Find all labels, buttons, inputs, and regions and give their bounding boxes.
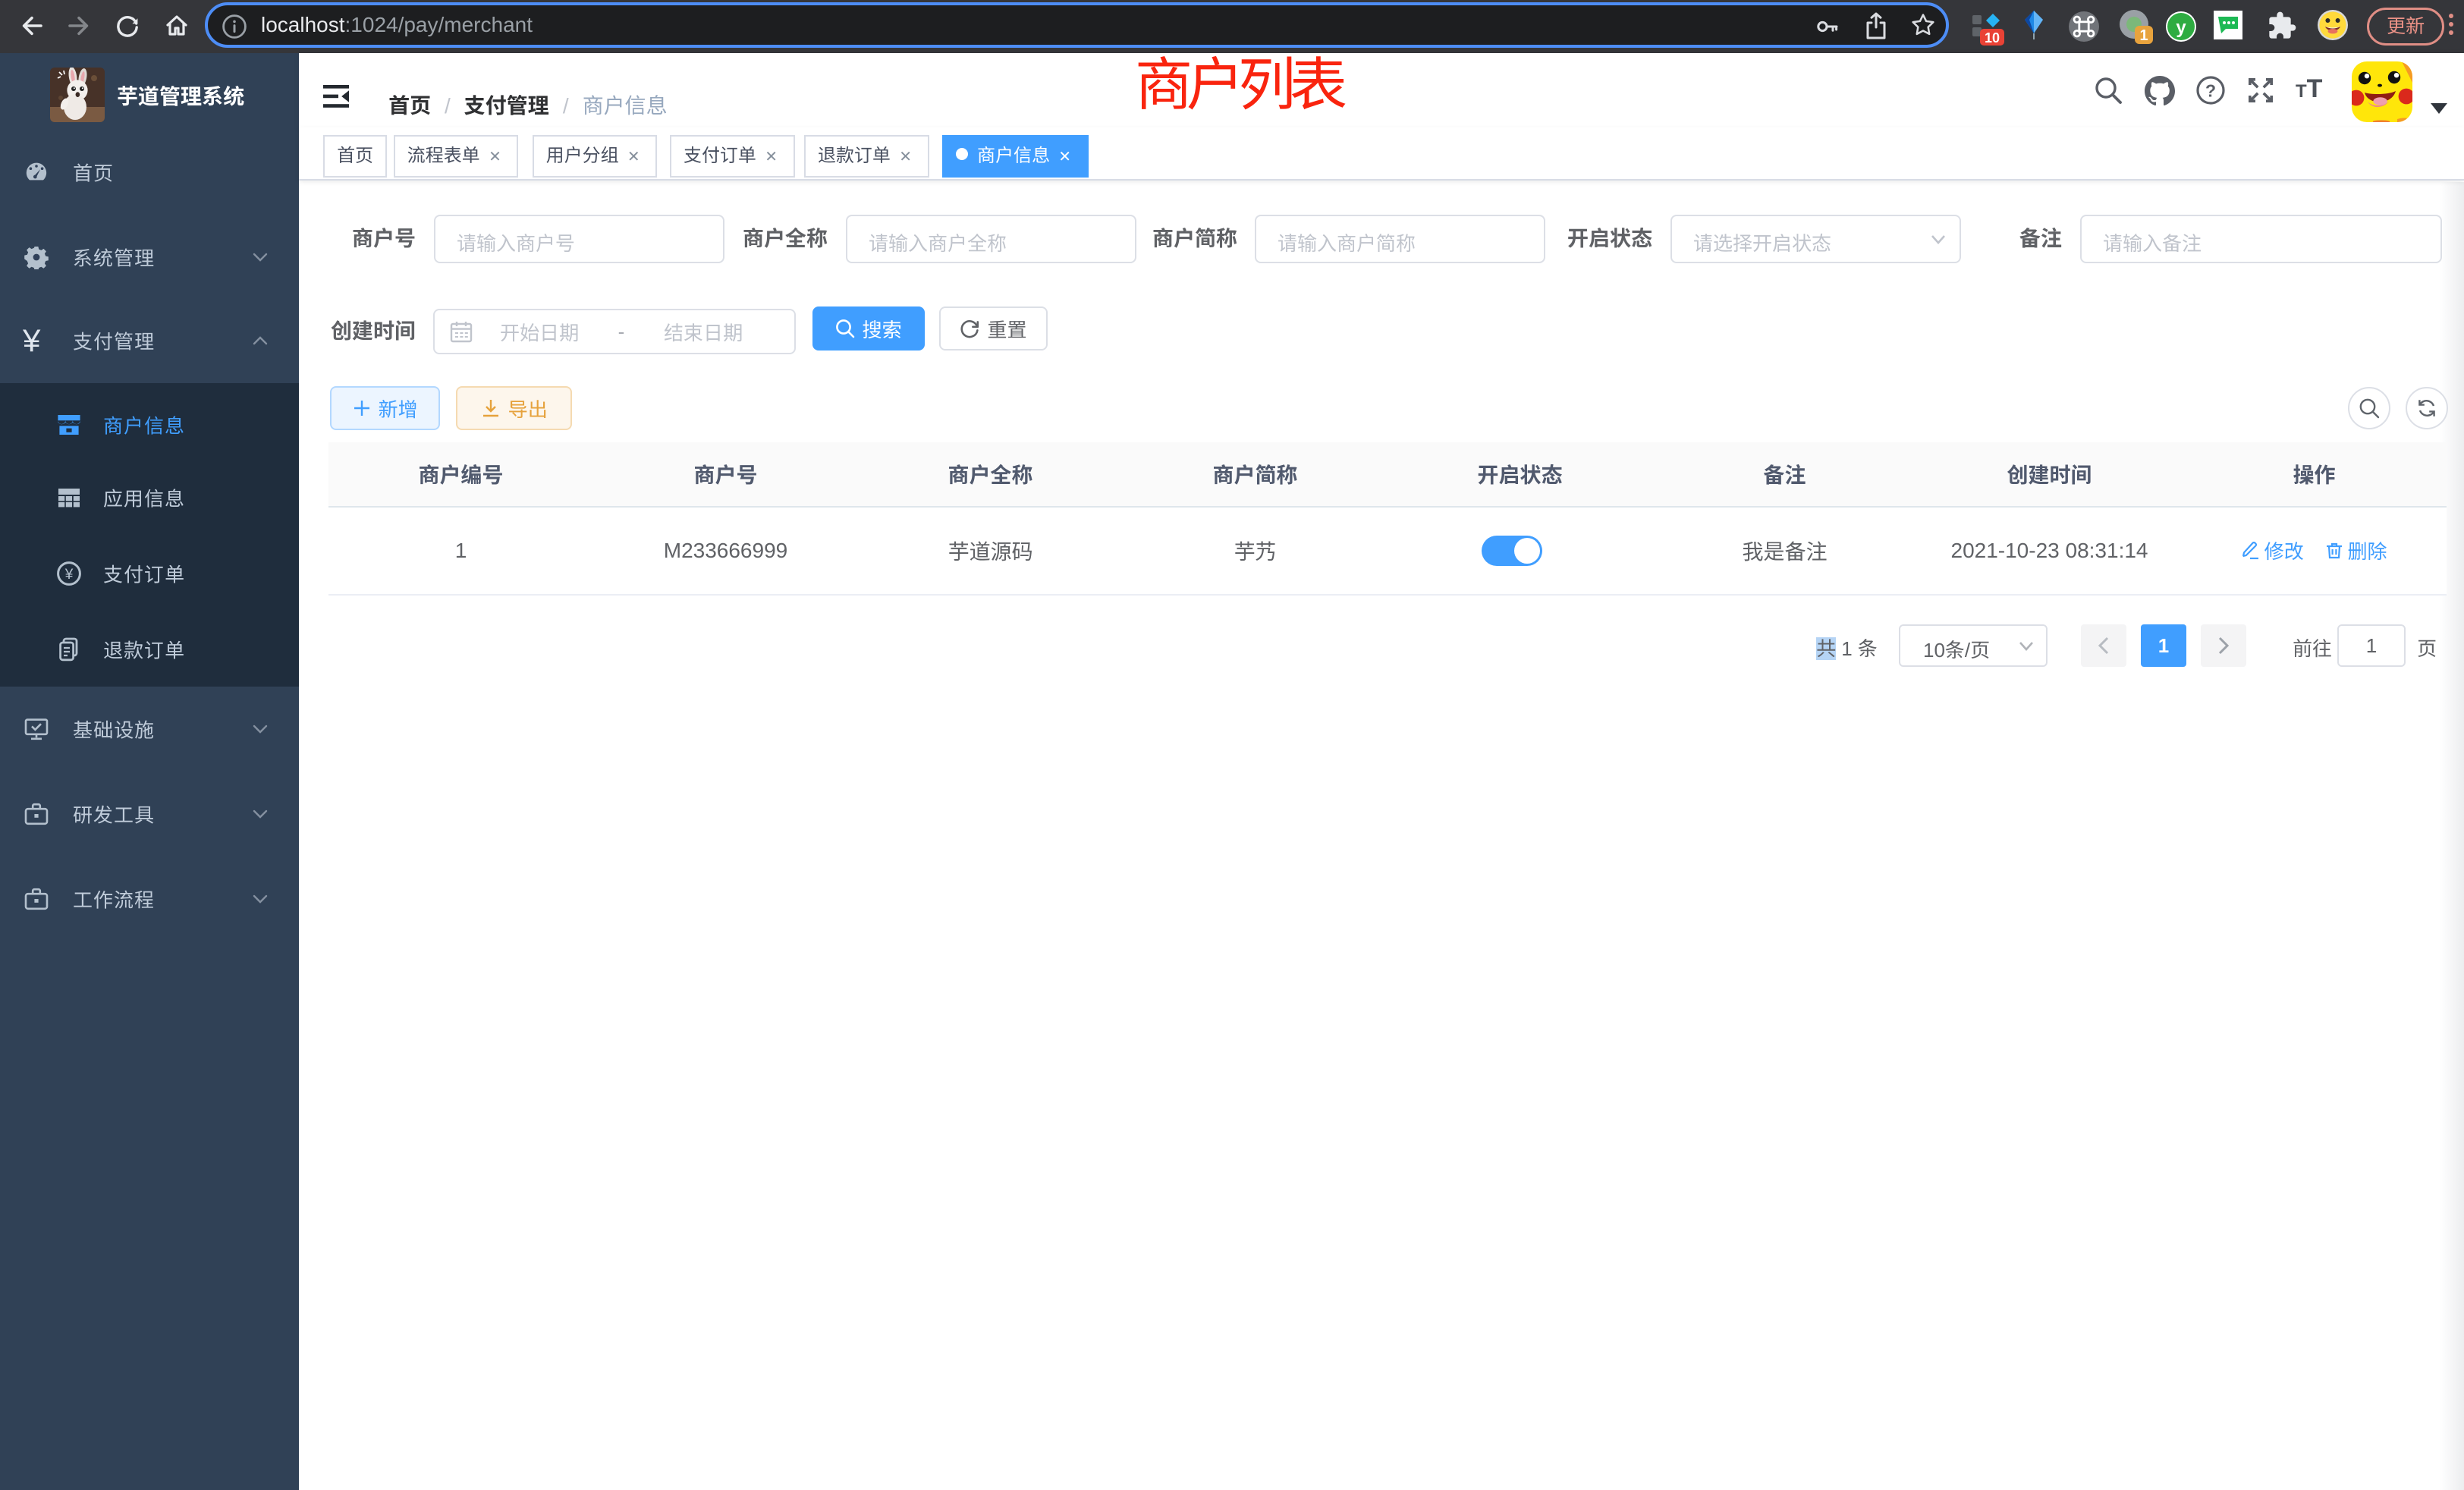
svg-text:y: y	[2176, 17, 2186, 38]
svg-text:10: 10	[1985, 30, 2000, 46]
svg-text:1: 1	[2139, 27, 2148, 44]
svg-text:?: ?	[2205, 81, 2216, 101]
svg-text:¥: ¥	[64, 567, 74, 583]
